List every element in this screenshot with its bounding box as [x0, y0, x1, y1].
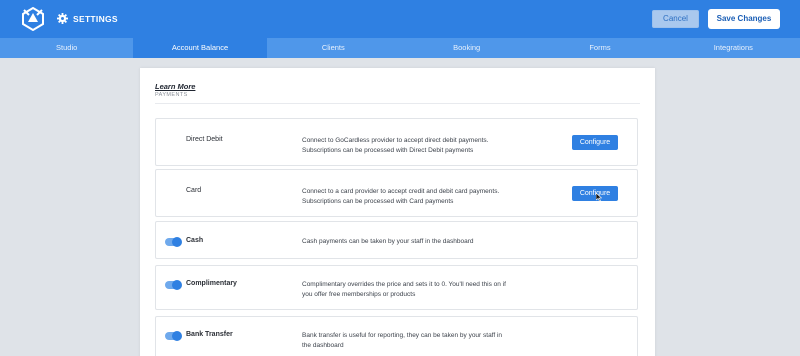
payment-method-card: Card Connect to a card provider to accep…	[155, 169, 638, 217]
tab-booking[interactable]: Booking	[400, 38, 533, 58]
method-name: Complimentary	[186, 280, 237, 287]
method-description: Complimentary overrides the price and se…	[302, 281, 506, 298]
tab-forms[interactable]: Forms	[533, 38, 666, 58]
method-description: Bank transfer is useful for reporting, t…	[302, 332, 503, 349]
bank-transfer-toggle[interactable]	[165, 331, 182, 341]
payment-method-cash: Cash Cash payments can be taken by your …	[155, 221, 638, 259]
divider	[155, 103, 640, 104]
toggle-knob	[172, 331, 182, 341]
gear-icon	[57, 13, 68, 24]
cash-toggle[interactable]	[165, 237, 182, 247]
save-changes-button[interactable]: Save Changes	[708, 9, 780, 29]
tab-clients[interactable]: Clients	[267, 38, 400, 58]
toggle-knob	[172, 280, 182, 290]
toggle-knob	[172, 237, 182, 247]
app-logo-icon[interactable]	[22, 7, 44, 31]
method-description: Connect to a card provider to accept cre…	[302, 188, 500, 205]
method-name: Cash	[186, 237, 204, 244]
page-title: SETTINGS	[73, 14, 118, 24]
section-label: PAYMENTS	[155, 92, 188, 98]
tab-account-balance[interactable]: Account Balance	[133, 38, 267, 58]
method-description: Connect to GoCardless provider to accept…	[302, 137, 489, 154]
settings-tabs: Studio Account Balance Clients Booking F…	[0, 38, 800, 58]
mouse-cursor-icon	[596, 193, 602, 201]
tab-studio[interactable]: Studio	[0, 38, 133, 58]
cancel-button[interactable]: Cancel	[652, 10, 699, 28]
method-name: Bank Transfer	[186, 331, 233, 338]
payment-method-complimentary: Complimentary Complimentary overrides th…	[155, 265, 638, 310]
configure-card-button[interactable]: Configure	[572, 186, 618, 201]
tab-integrations[interactable]: Integrations	[667, 38, 800, 58]
method-name: Direct Debit	[186, 136, 223, 143]
learn-more-link[interactable]: Learn More	[155, 82, 195, 91]
payment-method-bank-transfer: Bank Transfer Bank transfer is useful fo…	[155, 316, 638, 356]
configure-direct-debit-button[interactable]: Configure	[572, 135, 618, 150]
top-bar: SETTINGS Cancel Save Changes	[0, 0, 800, 38]
method-name: Card	[186, 187, 202, 194]
method-description: Cash payments can be taken by your staff…	[302, 238, 474, 245]
payment-method-direct-debit: Direct Debit Connect to GoCardless provi…	[155, 118, 638, 166]
complimentary-toggle[interactable]	[165, 280, 182, 290]
